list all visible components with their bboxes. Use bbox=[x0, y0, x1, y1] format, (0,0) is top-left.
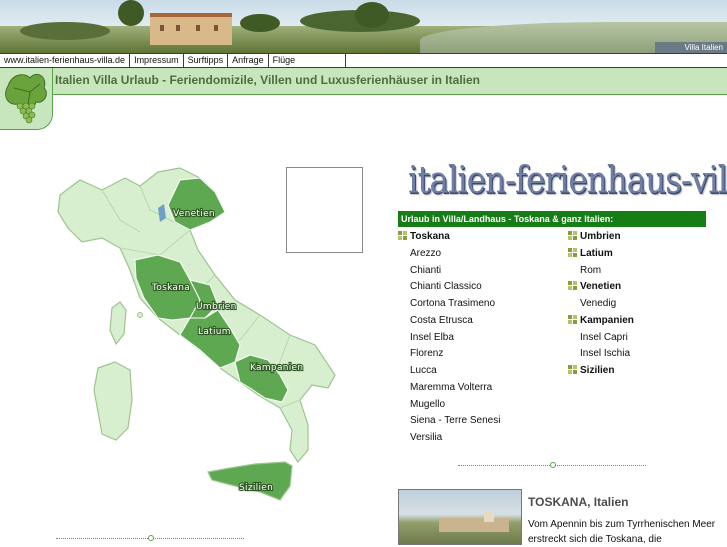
list-item[interactable]: Siena - Terre Senesi bbox=[398, 413, 568, 430]
regions-list: Umbrien Latium Rom Venetien Venedig Kamp… bbox=[568, 229, 708, 380]
list-item[interactable]: Florenz bbox=[398, 346, 568, 363]
square-bullet-icon bbox=[568, 314, 577, 324]
link-sizilien[interactable]: Sizilien bbox=[580, 365, 614, 376]
square-bullet-icon bbox=[568, 281, 577, 291]
banner-tree bbox=[118, 0, 144, 26]
list-heading-sizilien[interactable]: Sizilien bbox=[568, 363, 708, 380]
header-banner: Villa Italien bbox=[0, 0, 727, 53]
nav-link-anfrage[interactable]: Anfrage bbox=[228, 54, 269, 67]
toskana-photo[interactable] bbox=[398, 489, 522, 545]
nav-link-home[interactable]: www.italien-ferienhaus-villa.de bbox=[0, 54, 131, 67]
empty-frame bbox=[286, 167, 363, 253]
list-item[interactable]: Lucca bbox=[398, 363, 568, 380]
list-item[interactable]: Rom bbox=[568, 263, 708, 280]
banner-tree bbox=[240, 14, 280, 32]
list-heading-kampanien[interactable]: Kampanien bbox=[568, 313, 708, 330]
nav-link-fluege[interactable]: Flüge bbox=[269, 54, 347, 67]
link-latium[interactable]: Latium bbox=[580, 248, 613, 259]
link-venetien[interactable]: Venetien bbox=[580, 281, 621, 292]
title-band: Italien Villa Urlaub - Feriendomizile, V… bbox=[0, 68, 727, 94]
photo-tower bbox=[484, 512, 494, 522]
link-umbrien[interactable]: Umbrien bbox=[580, 231, 621, 242]
square-bullet-icon bbox=[568, 247, 577, 257]
photo-town bbox=[439, 518, 509, 532]
list-item[interactable]: Venedig bbox=[568, 296, 708, 313]
grape-leaf-box bbox=[0, 68, 53, 130]
nav-link-impressum[interactable]: Impressum bbox=[130, 54, 184, 67]
banner-caption: Villa Italien bbox=[655, 42, 727, 53]
list-heading-toskana[interactable]: Toskana bbox=[398, 229, 568, 246]
list-item[interactable]: Chianti Classico bbox=[398, 279, 568, 296]
banner-villa bbox=[150, 13, 232, 45]
corsica-island bbox=[109, 301, 127, 346]
sardinia-island bbox=[93, 361, 133, 441]
list-item[interactable]: Insel Capri bbox=[568, 330, 708, 347]
toskana-list: Toskana Arezzo Chianti Chianti Classico … bbox=[398, 229, 568, 447]
list-item[interactable]: Insel Ischia bbox=[568, 346, 708, 363]
map-label-latium[interactable]: Latium bbox=[197, 326, 232, 338]
divider-knob bbox=[148, 535, 154, 541]
list-item[interactable]: Arezzo bbox=[398, 246, 568, 263]
list-heading-venetien[interactable]: Venetien bbox=[568, 279, 708, 296]
list-item[interactable]: Mugello bbox=[398, 397, 568, 414]
list-item[interactable]: Cortona Trasimeno bbox=[398, 296, 568, 313]
list-heading-latium[interactable]: Latium bbox=[568, 246, 708, 263]
page-title: Italien Villa Urlaub - Feriendomizile, V… bbox=[55, 73, 480, 87]
map-label-toskana[interactable]: Toskana bbox=[150, 282, 191, 294]
top-nav: www.italien-ferienhaus-villa.de Impressu… bbox=[0, 53, 727, 68]
list-item[interactable]: Maremma Volterra bbox=[398, 380, 568, 397]
teaser-text: Vom Apennin bis zum Tyrrhenischen Meer e… bbox=[528, 519, 716, 545]
square-bullet-icon bbox=[568, 231, 577, 240]
link-kampanien[interactable]: Kampanien bbox=[580, 315, 634, 326]
site-logo: italien-ferienhaus-villa bbox=[408, 158, 727, 202]
map-label-kampanien[interactable]: Kampanien bbox=[249, 362, 304, 374]
list-item[interactable]: Chianti bbox=[398, 263, 568, 280]
list-item[interactable]: Insel Elba bbox=[398, 330, 568, 347]
elba-island bbox=[137, 312, 143, 318]
map-label-sizilien[interactable]: Sizilien bbox=[238, 482, 274, 494]
grape-leaf-icon bbox=[5, 73, 47, 124]
section-heading: Urlaub in Villa/Landhaus - Toskana & gan… bbox=[398, 211, 706, 227]
map-label-umbrien[interactable]: Umbrien bbox=[195, 301, 238, 313]
list-heading-umbrien[interactable]: Umbrien bbox=[568, 229, 708, 246]
title-band-divider bbox=[53, 94, 727, 95]
list-item[interactable]: Costa Etrusca bbox=[398, 313, 568, 330]
map-label-venetien[interactable]: Venetien bbox=[172, 208, 216, 220]
square-bullet-icon bbox=[398, 231, 407, 240]
teaser-title: TOSKANA, Italien bbox=[528, 495, 629, 509]
banner-tree bbox=[355, 2, 389, 28]
list-item[interactable]: Versilia bbox=[398, 430, 568, 447]
square-bullet-icon bbox=[568, 365, 577, 374]
nav-link-surftipps[interactable]: Surftipps bbox=[184, 54, 229, 67]
link-toskana[interactable]: Toskana bbox=[410, 231, 450, 242]
region-sizilien[interactable] bbox=[207, 461, 293, 501]
banner-treeline bbox=[20, 22, 110, 40]
divider-knob bbox=[550, 462, 556, 468]
